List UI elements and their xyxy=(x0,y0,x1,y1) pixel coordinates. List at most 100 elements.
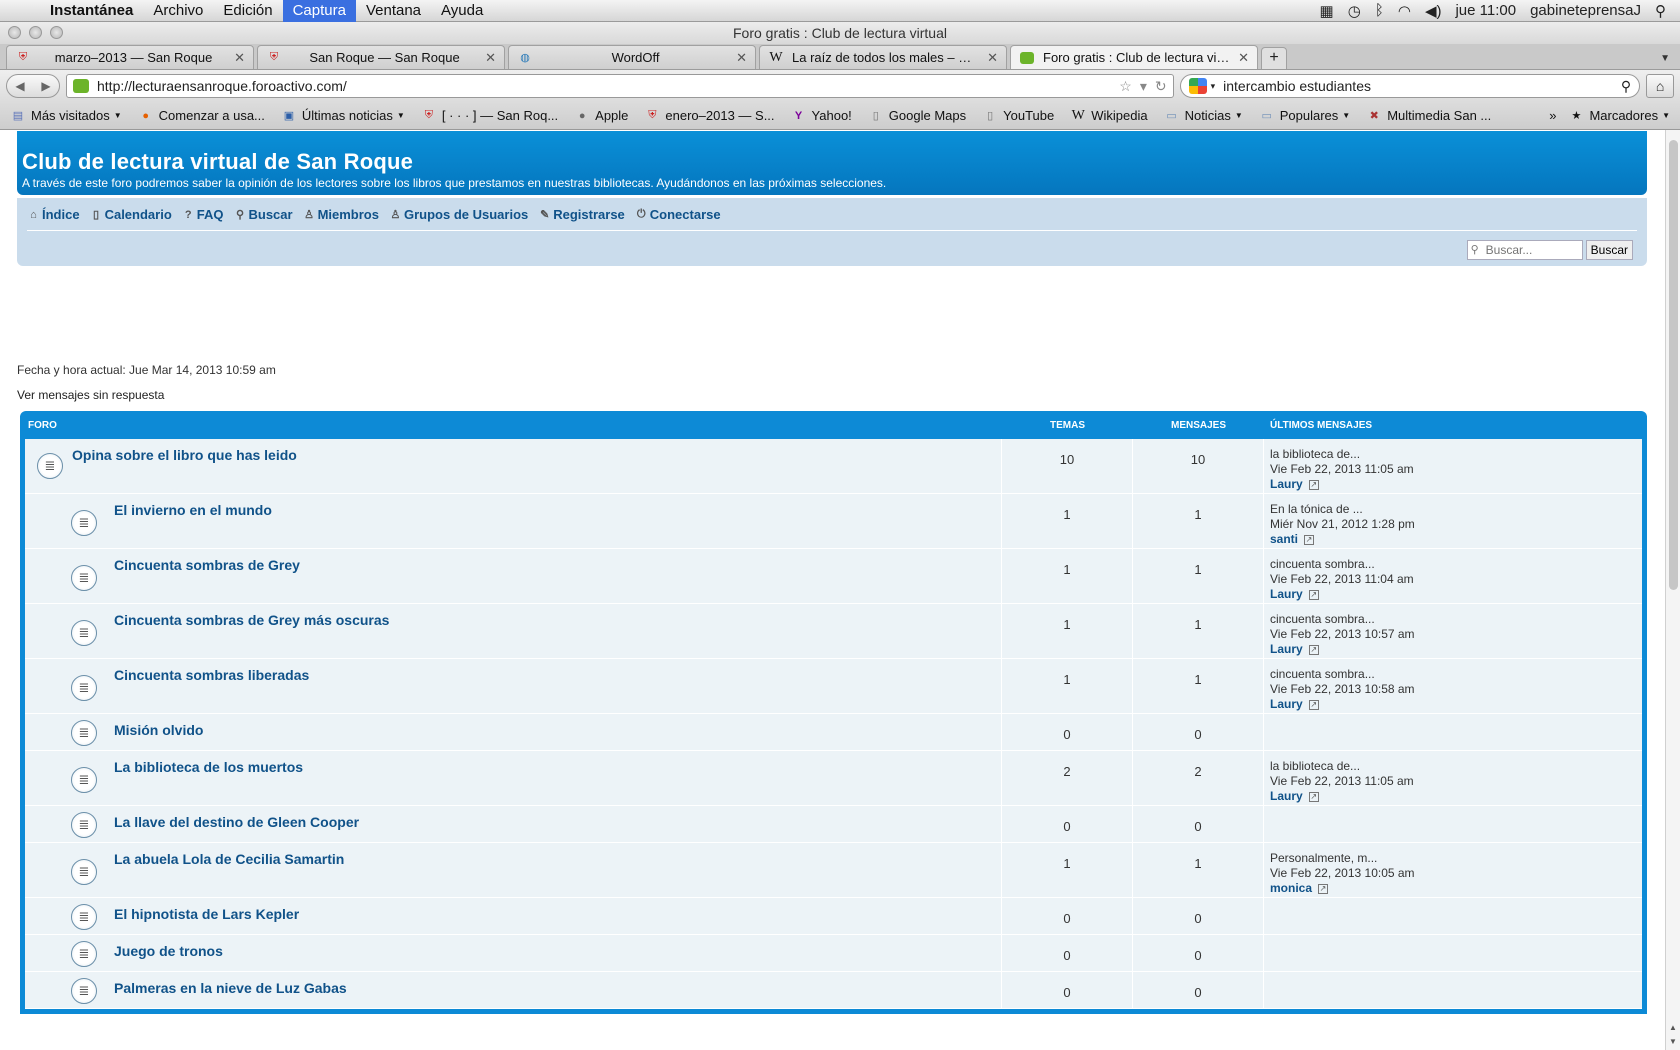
go-to-post-icon[interactable]: ↗ xyxy=(1308,644,1319,655)
close-icon[interactable]: ✕ xyxy=(1238,50,1249,66)
search-query[interactable]: intercambio estudiantes xyxy=(1223,78,1621,94)
forum-title-link[interactable]: Palmeras en la nieve de Luz Gabas xyxy=(114,980,347,996)
forum-title-link[interactable]: Misión olvido xyxy=(114,722,203,738)
menu-ventana[interactable]: Ventana xyxy=(356,0,431,22)
site-search-input[interactable] xyxy=(1466,240,1583,260)
bookmark-wikipedia[interactable]: W Wikipedia xyxy=(1070,108,1148,124)
page-scrollbar[interactable]: ▲ ▼ xyxy=(1665,130,1680,1050)
google-engine-icon[interactable] xyxy=(1188,78,1207,94)
scroll-up-icon[interactable]: ▲ xyxy=(1669,1023,1677,1032)
nav-calendario[interactable]: ▯ Calendario xyxy=(90,207,172,222)
wifi-icon[interactable]: ◠ xyxy=(1398,2,1411,20)
last-post-subject[interactable]: cincuenta sombra... xyxy=(1270,557,1636,572)
spaces-icon[interactable]: ▦ xyxy=(1320,2,1334,20)
more-bookmarks-icon[interactable]: » xyxy=(1549,108,1556,123)
bookmark-google-maps[interactable]: ▯ Google Maps xyxy=(868,108,966,124)
reload-icon[interactable]: ↻ xyxy=(1155,78,1167,95)
menubar-user[interactable]: gabineteprensaJ xyxy=(1530,2,1641,19)
bookmark-yahoo[interactable]: Y Yahoo! xyxy=(791,108,852,124)
last-post-subject[interactable]: cincuenta sombra... xyxy=(1270,667,1636,682)
menu-captura[interactable]: Captura xyxy=(282,0,356,22)
site-search-button[interactable]: Buscar xyxy=(1585,240,1633,260)
go-to-post-icon[interactable]: ↗ xyxy=(1308,479,1319,490)
tab-marzo-2013[interactable]: ⛨ marzo–2013 — San Roque ✕ xyxy=(6,45,254,69)
new-tab-button[interactable]: + xyxy=(1261,47,1287,69)
last-post-subject[interactable]: la biblioteca de... xyxy=(1270,759,1636,774)
bookmarks-menu[interactable]: ★ Marcadores ▼ xyxy=(1568,108,1671,124)
close-window-button[interactable] xyxy=(8,26,21,39)
menu-ayuda[interactable]: Ayuda xyxy=(431,0,493,22)
close-icon[interactable]: ✕ xyxy=(736,50,747,66)
scrollbar-thumb[interactable] xyxy=(1669,140,1678,590)
forum-title-link[interactable]: La biblioteca de los muertos xyxy=(114,759,303,775)
unanswered-link[interactable]: Ver mensajes sin respuesta xyxy=(17,388,164,402)
close-icon[interactable]: ✕ xyxy=(485,50,496,66)
forum-title-link[interactable]: El invierno en el mundo xyxy=(114,502,272,518)
site-title[interactable]: Club de lectura virtual de San Roque xyxy=(22,149,1642,175)
last-post-author[interactable]: Laury xyxy=(1270,642,1303,656)
back-icon[interactable]: ◀ xyxy=(7,75,33,97)
nav-conectarse[interactable]: ⏻ Conectarse xyxy=(635,207,721,222)
go-to-post-icon[interactable]: ↗ xyxy=(1308,589,1319,600)
spotlight-icon[interactable]: ⚲ xyxy=(1655,2,1666,20)
bookmark-ultimas-noticias[interactable]: ▣ Últimas noticias ▼ xyxy=(281,108,405,124)
forum-title-link[interactable]: Opina sobre el libro que has leido xyxy=(72,447,297,463)
forum-title-link[interactable]: Juego de tronos xyxy=(114,943,223,959)
bookmark-mas-visitados[interactable]: ▤ Más visitados ▼ xyxy=(10,108,122,124)
time-machine-icon[interactable]: ◷ xyxy=(1348,2,1361,20)
bookmark-populares[interactable]: ▭ Populares ▼ xyxy=(1259,108,1351,124)
menu-app-name[interactable]: Instantánea xyxy=(40,0,143,22)
go-to-post-icon[interactable]: ↗ xyxy=(1308,699,1319,710)
forum-title-link[interactable]: Cincuenta sombras de Grey más oscuras xyxy=(114,612,389,628)
bluetooth-icon[interactable]: ᛒ xyxy=(1375,2,1384,19)
close-icon[interactable]: ✕ xyxy=(234,50,245,66)
engine-dropdown-icon[interactable]: ▾ xyxy=(1211,81,1216,92)
last-post-subject[interactable]: la biblioteca de... xyxy=(1270,447,1636,462)
tab-foro-gratis[interactable]: Foro gratis : Club de lectura virt... ✕ xyxy=(1010,45,1258,69)
tab-san-roque[interactable]: ⛨ San Roque — San Roque ✕ xyxy=(257,45,505,69)
tab-wikipedia[interactable]: W La raíz de todos los males – Wi... ✕ xyxy=(759,45,1007,69)
bookmark-multimedia[interactable]: ✖ Multimedia San ... xyxy=(1366,108,1492,124)
menu-archivo[interactable]: Archivo xyxy=(143,0,213,22)
forward-icon[interactable]: ▶ xyxy=(33,75,59,97)
volume-icon[interactable]: ◀) xyxy=(1425,2,1442,20)
last-post-author[interactable]: Laury xyxy=(1270,789,1303,803)
bookmark-noticias[interactable]: ▭ Noticias ▼ xyxy=(1164,108,1242,124)
forum-title-link[interactable]: Cincuenta sombras liberadas xyxy=(114,667,309,683)
nav-buscar[interactable]: ⚲ Buscar xyxy=(234,207,293,222)
last-post-author[interactable]: monica xyxy=(1270,881,1312,895)
bookmark-enero-2013[interactable]: ⛨ enero–2013 — S... xyxy=(644,108,774,124)
forum-title-link[interactable]: Cincuenta sombras de Grey xyxy=(114,557,300,573)
tab-wordoff[interactable]: ◍ WordOff ✕ xyxy=(508,45,756,69)
forum-title-link[interactable]: La llave del destino de Gleen Cooper xyxy=(114,814,359,830)
nav-faq[interactable]: ? FAQ xyxy=(182,207,224,222)
go-to-post-icon[interactable]: ↗ xyxy=(1318,883,1329,894)
bookmark-youtube[interactable]: ▯ YouTube xyxy=(982,108,1054,124)
last-post-author[interactable]: santi xyxy=(1270,532,1298,546)
url-bar[interactable]: http://lecturaensanroque.foroactivo.com/… xyxy=(66,74,1174,98)
forum-title-link[interactable]: La abuela Lola de Cecilia Samartin xyxy=(114,851,344,867)
go-to-post-icon[interactable]: ↗ xyxy=(1308,791,1319,802)
last-post-subject[interactable]: cincuenta sombra... xyxy=(1270,612,1636,627)
nav-indice[interactable]: ⌂ Índice xyxy=(27,207,79,222)
url-text[interactable]: http://lecturaensanroque.foroactivo.com/ xyxy=(97,78,1119,94)
go-to-post-icon[interactable]: ↗ xyxy=(1304,534,1315,545)
nav-registrarse[interactable]: ✎ Registrarse xyxy=(538,207,625,222)
bookmark-comenzar[interactable]: ● Comenzar a usa... xyxy=(138,108,265,124)
search-bar[interactable]: ▾ intercambio estudiantes ⚲ xyxy=(1179,74,1641,98)
last-post-subject[interactable]: Personalmente, m... xyxy=(1270,851,1636,866)
menubar-clock[interactable]: jue 11:00 xyxy=(1455,2,1516,19)
tab-list-icon[interactable]: ▼ xyxy=(1660,53,1670,64)
bookmark-star-icon[interactable]: ☆ xyxy=(1119,78,1132,95)
close-icon[interactable]: ✕ xyxy=(987,50,998,66)
nav-grupos[interactable]: ♙ Grupos de Usuarios xyxy=(389,207,529,222)
zoom-window-button[interactable] xyxy=(50,26,63,39)
menu-edicion[interactable]: Edición xyxy=(213,0,282,22)
last-post-author[interactable]: Laury xyxy=(1270,477,1303,491)
bookmark-apple[interactable]: ● Apple xyxy=(574,108,629,124)
search-icon[interactable]: ⚲ xyxy=(1621,78,1631,95)
minimize-window-button[interactable] xyxy=(29,26,42,39)
last-post-subject[interactable]: En la tónica de ... xyxy=(1270,502,1636,517)
last-post-author[interactable]: Laury xyxy=(1270,697,1303,711)
url-dropdown-icon[interactable]: ▾ xyxy=(1140,78,1147,95)
